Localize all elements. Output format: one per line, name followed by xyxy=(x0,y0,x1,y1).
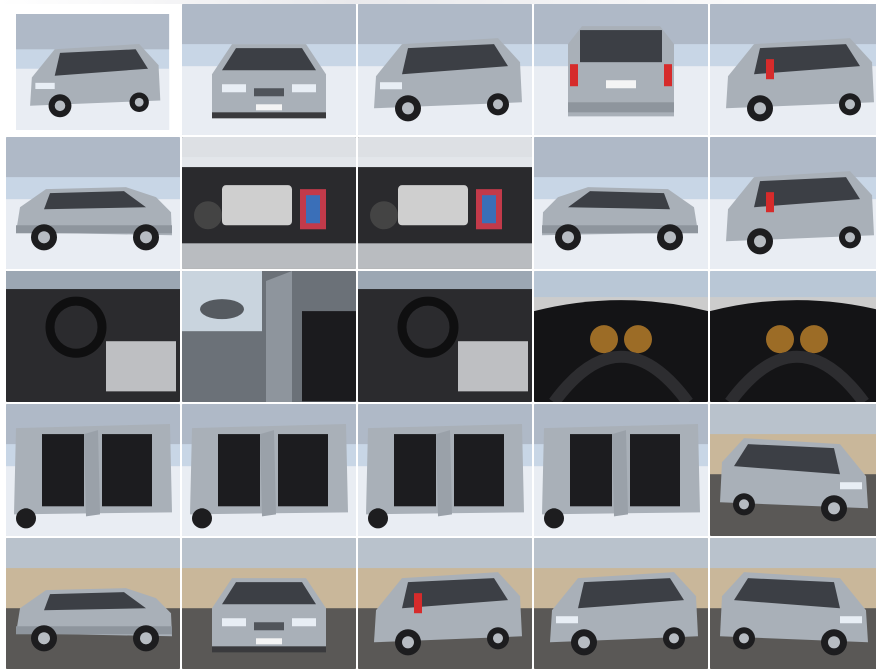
photo-thumbnail[interactable] xyxy=(534,404,708,536)
car-photo-image xyxy=(710,137,876,269)
photo-thumbnail[interactable] xyxy=(358,137,532,269)
photo-gallery-grid xyxy=(6,4,876,669)
car-photo-image xyxy=(182,270,356,403)
car-photo-image xyxy=(534,404,708,536)
car-photo-image xyxy=(6,404,180,536)
photo-thumbnail[interactable] xyxy=(358,4,532,136)
photo-thumbnail[interactable] xyxy=(6,537,180,669)
photo-thumbnail[interactable] xyxy=(6,137,180,269)
car-photo-image xyxy=(358,137,532,269)
photo-thumbnail[interactable] xyxy=(6,4,180,136)
car-photo-image xyxy=(6,537,180,669)
car-photo-image xyxy=(710,270,876,403)
photo-thumbnail[interactable] xyxy=(6,404,180,536)
car-photo-image xyxy=(182,137,356,269)
photo-thumbnail[interactable] xyxy=(358,270,532,403)
photo-thumbnail[interactable] xyxy=(182,4,356,136)
car-photo-image xyxy=(534,4,708,136)
car-photo-image xyxy=(6,270,180,403)
car-photo-image xyxy=(358,404,532,536)
photo-thumbnail[interactable] xyxy=(358,537,532,669)
photo-thumbnail[interactable] xyxy=(710,270,876,403)
car-photo-image xyxy=(534,537,708,669)
car-photo-image xyxy=(710,404,876,536)
photo-thumbnail[interactable] xyxy=(534,270,708,403)
car-photo-image xyxy=(710,537,876,669)
car-photo-image xyxy=(182,404,356,536)
photo-thumbnail[interactable] xyxy=(182,404,356,536)
car-photo-image xyxy=(182,537,356,669)
photo-thumbnail[interactable] xyxy=(182,137,356,269)
photo-thumbnail[interactable] xyxy=(534,137,708,269)
photo-thumbnail[interactable] xyxy=(534,4,708,136)
photo-thumbnail[interactable] xyxy=(358,404,532,536)
car-photo-image xyxy=(182,4,356,136)
photo-thumbnail[interactable] xyxy=(710,137,876,269)
car-photo-image xyxy=(358,537,532,669)
car-photo-image xyxy=(710,4,876,136)
photo-thumbnail[interactable] xyxy=(182,537,356,669)
photo-thumbnail[interactable] xyxy=(534,537,708,669)
car-photo-image xyxy=(534,270,708,403)
car-photo-image xyxy=(16,14,170,131)
car-photo-image xyxy=(534,137,708,269)
photo-thumbnail[interactable] xyxy=(182,270,356,403)
photo-thumbnail[interactable] xyxy=(710,4,876,136)
photo-thumbnail[interactable] xyxy=(710,537,876,669)
photo-thumbnail[interactable] xyxy=(6,270,180,403)
photo-thumbnail[interactable] xyxy=(710,404,876,536)
car-photo-image xyxy=(6,137,180,269)
car-photo-image xyxy=(358,270,532,403)
car-photo-image xyxy=(358,4,532,136)
